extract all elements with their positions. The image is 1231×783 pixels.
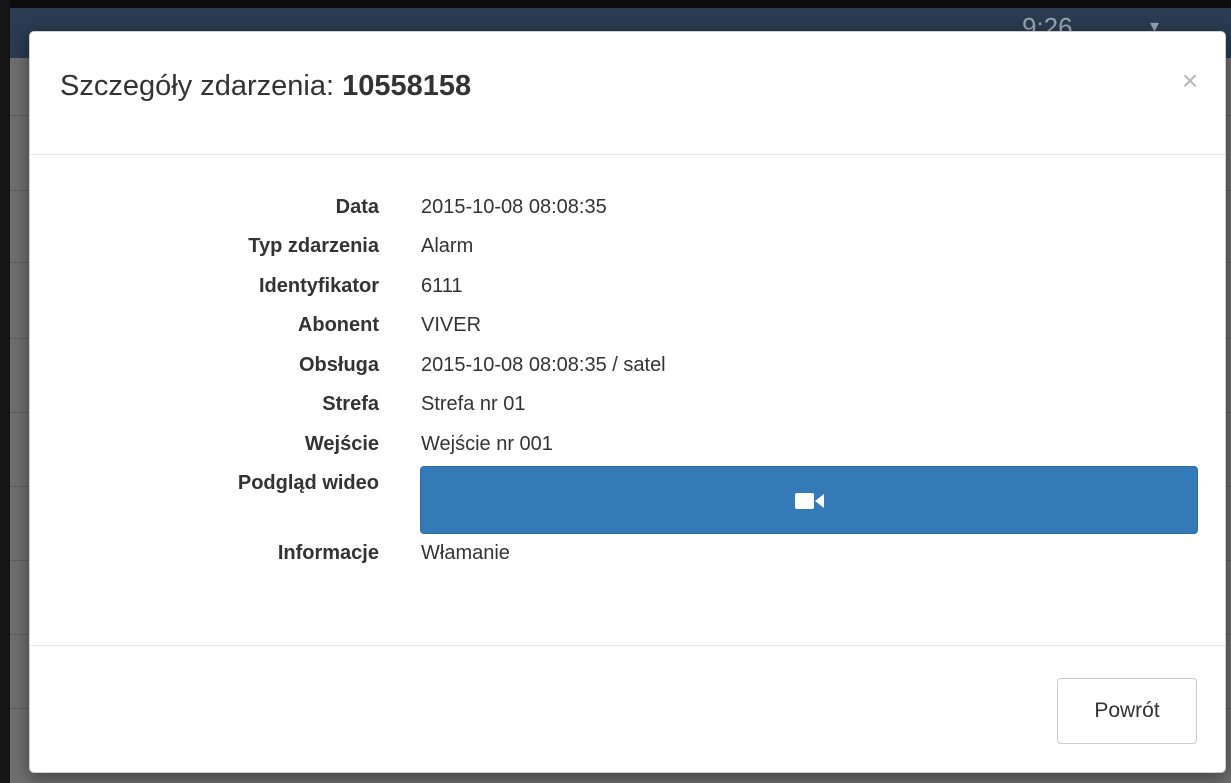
detail-label: Informacje <box>277 542 379 564</box>
detail-row-info: Informacje Włamanie <box>30 538 1225 578</box>
background-edge <box>0 0 10 783</box>
detail-value: 6111 <box>421 275 463 297</box>
detail-label: Typ zdarzenia <box>248 235 379 257</box>
detail-label: Obsługa <box>298 354 379 376</box>
detail-label: Data <box>335 196 379 218</box>
detail-label: Abonent <box>297 314 379 336</box>
video-preview-button[interactable] <box>420 466 1198 534</box>
detail-row-subscriber: Abonent VIVER <box>30 310 1225 350</box>
detail-row-handling: Obsługa 2015-10-08 08:08:35 / satel <box>30 350 1225 390</box>
detail-row-input: Wejście Wejście nr 001 <box>30 429 1225 469</box>
detail-row-identifier: Identyfikator 6111 <box>30 271 1225 311</box>
modal-footer-divider <box>30 645 1225 646</box>
detail-row-type: Typ zdarzenia Alarm <box>30 231 1225 271</box>
modal-title: Szczegóły zdarzenia: 10558158 <box>60 70 471 103</box>
detail-value: Strefa nr 01 <box>421 393 526 415</box>
detail-row-data: Data 2015-10-08 08:08:35 <box>30 192 1225 232</box>
detail-value: 2015-10-08 08:08:35 / satel <box>421 354 666 376</box>
detail-label: Podgląd wideo <box>237 472 379 494</box>
close-button[interactable]: × <box>1177 66 1203 96</box>
video-camera-icon <box>795 493 824 509</box>
detail-label: Strefa <box>322 393 379 415</box>
detail-value: Włamanie <box>421 542 510 564</box>
detail-row-zone: Strefa Strefa nr 01 <box>30 389 1225 429</box>
detail-label: Identyfikator <box>258 275 379 297</box>
detail-value: Alarm <box>421 235 474 257</box>
modal-title-prefix: Szczegóły zdarzenia: <box>60 70 343 102</box>
detail-label: Wejście <box>304 433 379 455</box>
event-details-modal: Szczegóły zdarzenia: 10558158 × Data 201… <box>29 31 1226 773</box>
event-id: 10558158 <box>342 70 472 102</box>
back-button[interactable]: Powrót <box>1057 678 1197 744</box>
detail-value: Wejście nr 001 <box>421 433 553 455</box>
detail-value: 2015-10-08 08:08:35 <box>421 196 607 218</box>
modal-header: Szczegóły zdarzenia: 10558158 × <box>30 32 1225 155</box>
detail-value: VIVER <box>421 314 482 336</box>
